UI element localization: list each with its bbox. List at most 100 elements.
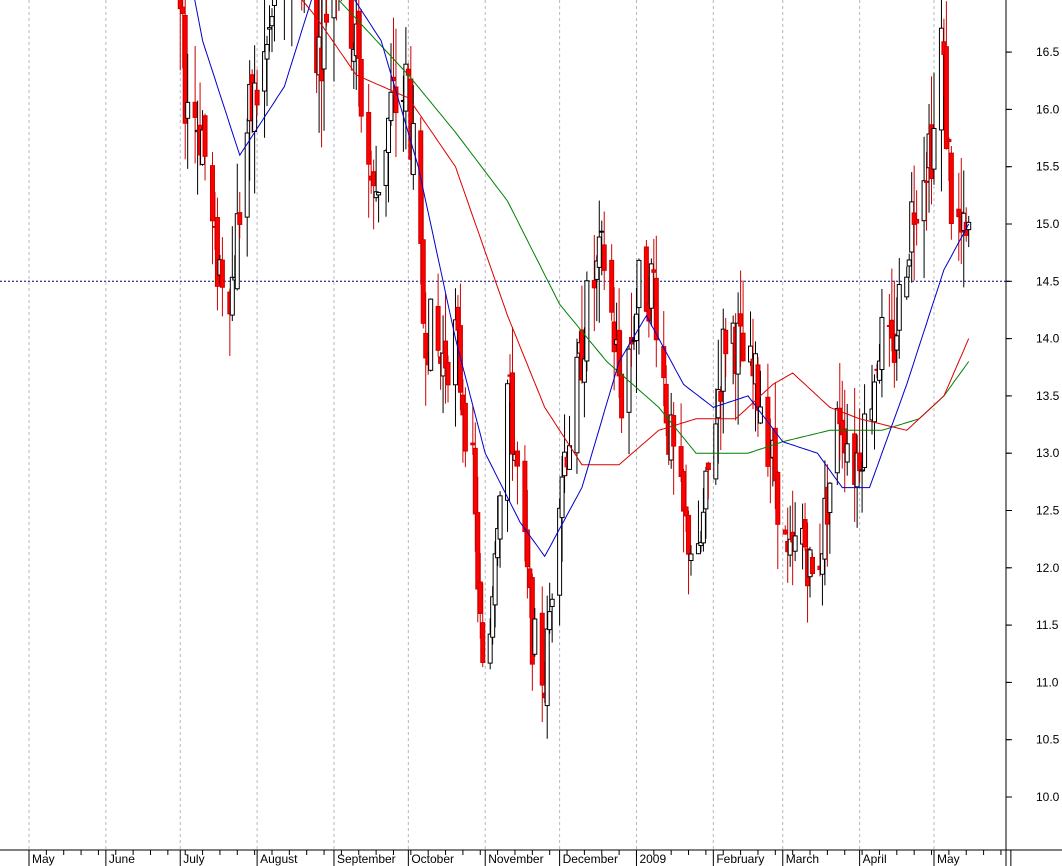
- stock-chart: 10.0 10.5 11.0 11.5 12.0 12.5 13.0 13.5 14.0 14.5…: [0, 0, 1062, 866]
- candle-body: [705, 462, 711, 471]
- gridlines: [28, 0, 935, 850]
- candle-body: [505, 383, 511, 501]
- candle-body: [574, 356, 580, 454]
- candle-body: [859, 469, 865, 472]
- candle-body: [386, 117, 392, 153]
- candle-body: [921, 180, 927, 222]
- candle-body: [522, 460, 528, 533]
- candle-body: [844, 443, 850, 463]
- candle-body: [348, 0, 354, 49]
- candle-body: [700, 511, 706, 544]
- y-tick-label: 12.0: [1036, 561, 1060, 575]
- candle-body: [906, 259, 912, 267]
- y-tick-label: 11.0: [1036, 675, 1059, 689]
- candle-body: [616, 329, 622, 377]
- candle-body: [477, 581, 483, 614]
- candle-body: [681, 471, 687, 512]
- x-tick-label: May: [937, 852, 960, 866]
- candle-body: [539, 612, 545, 686]
- candle-body: [445, 361, 451, 386]
- candle-body: [931, 127, 937, 170]
- candle-body: [599, 230, 605, 233]
- candle-body: [418, 130, 424, 244]
- x-tick-label: November: [488, 852, 543, 866]
- candle-body: [591, 279, 597, 289]
- candle-body: [948, 152, 954, 224]
- candle-body: [894, 335, 900, 351]
- candle-body: [271, 0, 277, 6]
- x-tick-label: September: [337, 852, 396, 866]
- candle-body: [331, 0, 337, 19]
- candle-body: [180, 6, 186, 14]
- candle-body: [358, 59, 364, 117]
- candle-body: [619, 373, 625, 419]
- candle-body: [651, 269, 657, 273]
- candle-body: [862, 413, 868, 469]
- candle-body: [371, 171, 377, 187]
- candle-body: [549, 598, 555, 607]
- candle-body: [366, 112, 372, 165]
- candle-body: [584, 280, 590, 362]
- candle-body: [683, 506, 689, 517]
- x-tick-label: June: [109, 852, 135, 866]
- candle-body: [857, 452, 863, 472]
- y-tick-label: 13.0: [1036, 446, 1060, 460]
- candle-body: [192, 101, 198, 118]
- y-tick-label: 12.5: [1036, 504, 1060, 518]
- y-tick-label: 16.0: [1036, 102, 1060, 116]
- candle-body: [567, 445, 573, 470]
- y-tick-label: 13.5: [1036, 389, 1060, 403]
- candle-body: [219, 259, 225, 288]
- candle-body: [462, 402, 468, 452]
- candle-body: [643, 246, 649, 312]
- x-tick-label: August: [260, 852, 298, 866]
- x-tick-label: July: [183, 852, 204, 866]
- candle-body: [914, 218, 920, 224]
- candle-body: [202, 115, 208, 157]
- candle-body: [596, 236, 602, 268]
- candle-body: [755, 364, 761, 411]
- candle-body: [264, 44, 270, 60]
- y-tick-label: 15.0: [1036, 217, 1060, 231]
- candle-body: [487, 633, 493, 664]
- x-tick-label: October: [411, 852, 454, 866]
- candle-body: [497, 495, 503, 540]
- candle-body: [185, 101, 191, 119]
- candle-body: [904, 276, 910, 298]
- candle-body: [609, 259, 615, 313]
- candle-body: [209, 165, 215, 222]
- candle-body: [435, 305, 441, 351]
- candle-body: [234, 213, 240, 290]
- candle-body: [909, 201, 915, 253]
- candle-body: [254, 89, 260, 106]
- x-tick-label: April: [863, 852, 887, 866]
- candle-body: [671, 415, 677, 447]
- candle-body: [871, 381, 877, 423]
- ma-mid-line: [301, 0, 970, 466]
- candle-body: [480, 622, 486, 663]
- candle-body: [559, 476, 565, 519]
- candle-body: [509, 372, 515, 455]
- y-axis-ticks: 10.0 10.5 11.0 11.5 12.0 12.5 13.0 13.5 14.0 14.5…: [1006, 0, 1060, 804]
- ma-long-line: [338, 0, 970, 454]
- candle-body: [896, 284, 902, 331]
- candle-body: [735, 322, 741, 375]
- candle-body: [544, 628, 550, 707]
- candle-body: [703, 470, 709, 510]
- candle-body: [775, 471, 781, 525]
- candle-body: [376, 192, 382, 196]
- candle-body: [547, 611, 553, 631]
- candle-body: [611, 321, 617, 353]
- x-tick-label: March: [786, 852, 819, 866]
- candle-body: [879, 317, 885, 371]
- candle-body: [581, 358, 587, 383]
- y-tick-label: 15.5: [1036, 160, 1060, 174]
- x-tick-label: 2009: [639, 852, 666, 866]
- candle-body: [492, 553, 498, 606]
- x-axis-ticks: May June July August September October Novembe…: [28, 850, 1012, 866]
- candle-body: [269, 16, 275, 27]
- y-tick-label: 11.5: [1036, 618, 1059, 632]
- candle-body: [686, 514, 692, 555]
- candle-body: [802, 519, 808, 548]
- candle-body: [633, 313, 639, 342]
